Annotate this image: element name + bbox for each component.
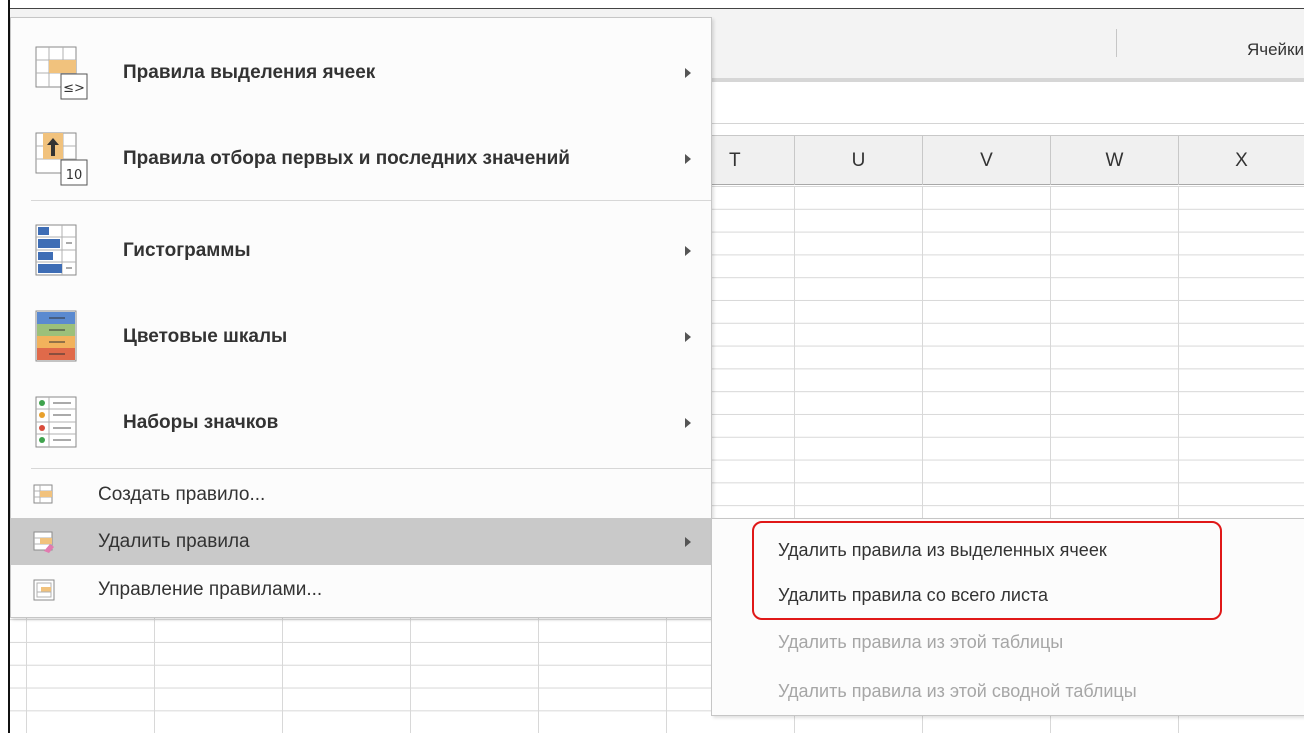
top-bottom-rules-icon: 10 xyxy=(35,132,88,186)
submenu-arrow-icon xyxy=(685,154,691,164)
menu-item-highlight-cells-rules[interactable]: ≤> Правила выделения ячеек xyxy=(11,30,711,116)
menu-item-label: Удалить правила xyxy=(98,530,250,552)
column-header-w[interactable]: W xyxy=(1050,136,1178,185)
submenu-arrow-icon xyxy=(685,332,691,342)
menu-separator xyxy=(31,468,711,469)
menu-item-data-bars[interactable]: Гистограммы xyxy=(11,208,711,294)
submenu-arrow-icon xyxy=(685,68,691,78)
data-bars-icon xyxy=(35,224,77,276)
manage-rules-icon xyxy=(33,579,55,600)
clear-rules-icon xyxy=(33,531,54,553)
svg-text:≤>: ≤> xyxy=(63,81,85,96)
submenu-arrow-icon xyxy=(685,536,691,547)
menu-item-icon-sets[interactable]: Наборы значков xyxy=(11,380,711,466)
svg-text:10: 10 xyxy=(66,168,83,183)
menu-item-label: Гистограммы xyxy=(123,240,251,261)
highlight-cells-rules-icon: ≤> xyxy=(35,46,88,100)
menu-separator xyxy=(31,200,711,201)
menu-item-new-rule[interactable]: Создать правило... xyxy=(11,471,711,518)
window-border-top xyxy=(8,8,1304,9)
menu-item-clear-rules[interactable]: Удалить правила xyxy=(11,518,711,565)
conditional-formatting-menu: ≤> Правила выделения ячеек 10 Правила от… xyxy=(10,17,712,618)
submenu-item-label: Удалить правила из этой таблицы xyxy=(778,631,1064,652)
column-header-x[interactable]: X xyxy=(1178,136,1304,185)
menu-item-manage-rules[interactable]: Управление правилами... xyxy=(11,566,711,613)
menu-item-label: Правила выделения ячеек xyxy=(123,62,376,83)
menu-item-color-scales[interactable]: Цветовые шкалы xyxy=(11,294,711,380)
ribbon-separator xyxy=(1116,29,1117,57)
column-header-u[interactable]: U xyxy=(794,136,922,185)
menu-item-label: Правила отбора первых и последних значен… xyxy=(123,148,570,169)
column-header-v[interactable]: V xyxy=(922,136,1050,185)
annotation-highlight-box xyxy=(752,521,1222,620)
menu-item-label: Управление правилами... xyxy=(98,578,323,600)
submenu-item-label: Удалить правила из этой сводной таблицы xyxy=(778,680,1137,701)
icon-sets-icon xyxy=(35,396,77,448)
submenu-arrow-icon xyxy=(685,246,691,256)
menu-item-label: Создать правило... xyxy=(98,483,266,505)
menu-item-label: Цветовые шкалы xyxy=(123,326,288,347)
submenu-arrow-icon xyxy=(685,418,691,428)
menu-item-label: Наборы значков xyxy=(123,412,279,433)
new-rule-icon xyxy=(33,484,53,503)
submenu-item-clear-this-pivot-table: Удалить правила из этой сводной таблицы xyxy=(712,667,1304,715)
submenu-item-clear-this-table: Удалить правила из этой таблицы xyxy=(712,618,1304,666)
menu-item-top-bottom-rules[interactable]: 10 Правила отбора первых и последних зна… xyxy=(11,116,711,202)
ribbon-group-cells-label[interactable]: Ячейки xyxy=(1247,40,1304,60)
color-scales-icon xyxy=(35,310,77,362)
